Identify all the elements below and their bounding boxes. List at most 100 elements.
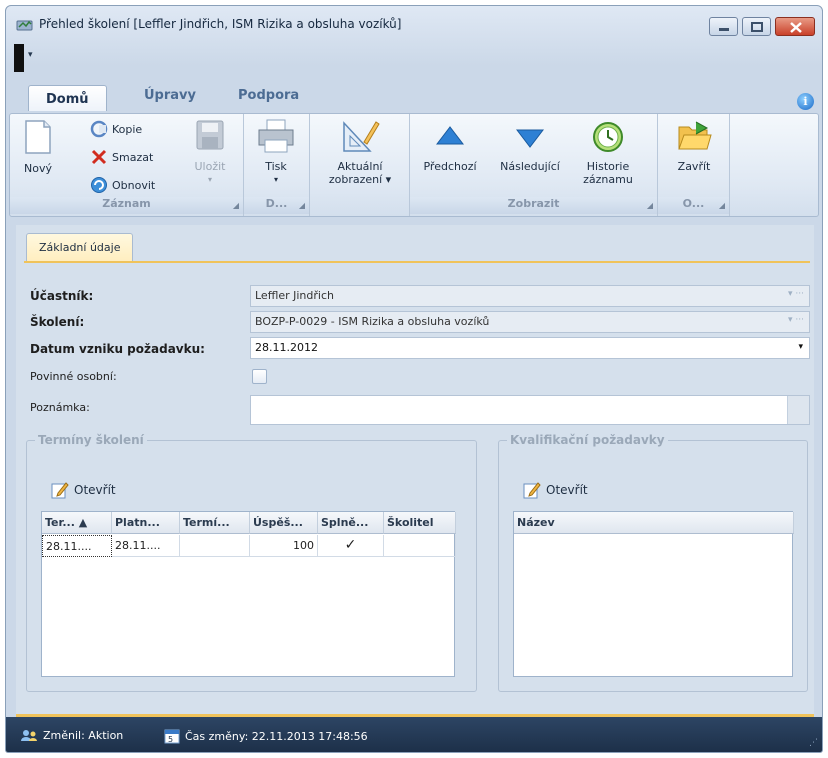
table-row-cell-uspesnost[interactable]: 100 — [250, 535, 318, 557]
status-changed-at: 5 Čas změny: 22.11.2013 17:48:56 — [164, 728, 368, 744]
col-platnost[interactable]: Platn... — [112, 512, 180, 534]
qualification-open-label: Otevřít — [546, 483, 588, 497]
training-dates-grid[interactable]: Ter... ▲ Platn... Termí... Úspěš... Spln… — [41, 511, 456, 677]
current-view-label-1: Aktuální — [337, 160, 383, 173]
refresh-button[interactable]: Obnovit — [90, 176, 155, 194]
col-splneno[interactable]: Splně... — [318, 512, 384, 534]
request-date-label: Datum vzniku požadavku: — [30, 342, 205, 356]
tab-zakladni-udaje[interactable]: Základní údaje — [26, 233, 134, 261]
previous-button[interactable]: Předchozí — [418, 118, 482, 173]
current-view-button[interactable]: Aktuální zobrazení ▾ — [316, 118, 404, 186]
close-button[interactable] — [775, 17, 815, 36]
save-button-label: Uložit — [194, 160, 226, 173]
col-uspesnost[interactable]: Úspěš... — [250, 512, 318, 534]
group-caption-print-text: D... — [265, 197, 288, 210]
refresh-button-label: Obnovit — [112, 178, 156, 192]
maximize-button[interactable] — [742, 17, 771, 36]
tab-upravy[interactable]: Úpravy — [144, 88, 196, 103]
current-view-icon — [343, 121, 380, 152]
copy-button[interactable]: Kopie — [90, 120, 142, 138]
minimize-button[interactable] — [709, 17, 738, 36]
group-launcher-close[interactable]: ◢ — [719, 201, 725, 210]
new-button-label: Nový — [24, 162, 52, 175]
mandatory-personal-label: Povinné osobní: — [30, 370, 117, 383]
qualification-legend: Kvalifikační požadavky — [507, 433, 668, 447]
ribbon-tabs: Domů Úpravy Podpora i — [6, 76, 822, 116]
new-button[interactable]: Nový — [16, 118, 60, 175]
history-button[interactable]: Historie záznamu — [576, 118, 640, 186]
col-termin[interactable]: Ter... ▲ — [42, 512, 112, 534]
delete-button-label: Smazat — [112, 150, 154, 164]
status-changed-by-text: Změnil: Aktion — [43, 728, 124, 742]
new-document-icon — [25, 120, 51, 154]
table-row-cell-platnost[interactable]: 28.11.... — [112, 535, 180, 557]
group-print: Tisk ▾ D... ◢ — [244, 114, 310, 216]
svg-text:5: 5 — [168, 735, 173, 744]
next-button[interactable]: Následující — [494, 118, 566, 173]
edit-icon — [523, 482, 541, 499]
application-window: Přehled školení [Leffler Jindřich, ISM R… — [5, 5, 823, 753]
group-caption-zaznam: Záznam ◢ — [10, 197, 243, 214]
qualification-open-button[interactable]: Otevřít — [523, 481, 588, 499]
close-form-button[interactable]: Zavřít — [668, 118, 720, 173]
col-nazev[interactable]: Název — [514, 512, 794, 534]
participant-value: Leffler Jindřich — [255, 289, 334, 302]
next-button-label: Následující — [500, 160, 560, 173]
training-lookup-button[interactable]: ▾ ··· — [788, 315, 804, 325]
tab-podpora[interactable]: Podpora — [238, 88, 299, 103]
history-button-label-1: Historie — [586, 160, 630, 173]
table-row-cell-splneno[interactable]: ✓ — [318, 535, 384, 557]
resize-grip[interactable]: ⋰ — [809, 738, 818, 748]
group-caption-zaznam-text: Záznam — [102, 197, 151, 210]
group-caption-zobrazit: Zobrazit ◢ — [410, 197, 657, 214]
group-close: Zavřít O... ◢ — [658, 114, 730, 216]
minimize-icon — [719, 28, 729, 31]
note-scrollbar[interactable] — [787, 396, 809, 424]
edit-icon — [51, 482, 69, 499]
window-title: Přehled školení [Leffler Jindřich, ISM R… — [39, 17, 402, 31]
qualification-grid[interactable]: Název — [513, 511, 794, 677]
maximize-icon — [751, 22, 763, 32]
quick-access-bar — [14, 44, 24, 72]
group-launcher-zobrazit[interactable]: ◢ — [647, 201, 653, 210]
delete-icon — [91, 149, 107, 165]
help-icon[interactable]: i — [797, 93, 814, 110]
close-form-button-label: Zavřít — [677, 160, 711, 173]
status-changed-at-text: Čas změny: 22.11.2013 17:48:56 — [185, 729, 368, 743]
history-button-label-2: záznamu — [583, 173, 633, 186]
quick-access-dropdown[interactable]: ▾ — [28, 50, 33, 60]
copy-icon — [90, 120, 108, 138]
printer-icon — [258, 119, 294, 153]
participant-field[interactable]: Leffler Jindřich ▾ ··· — [250, 285, 810, 307]
table-row-cell-termin-2[interactable] — [180, 535, 250, 557]
previous-button-label: Předchozí — [423, 160, 477, 173]
note-field[interactable] — [250, 395, 810, 425]
group-launcher-print[interactable]: ◢ — [299, 201, 305, 210]
table-row-cell-termin[interactable]: 28.11.... — [42, 535, 112, 557]
group-caption-close-text: O... — [682, 197, 705, 210]
refresh-icon — [91, 177, 107, 193]
print-dropdown-arrow: ▾ — [273, 175, 278, 184]
ribbon: Nový Kopie Smazat Obnovit Uložit ▾ Zázna… — [9, 113, 819, 217]
table-row-cell-skolitel[interactable] — [384, 535, 456, 557]
request-date-dropdown[interactable]: ▾ — [798, 342, 803, 352]
status-bar: Změnil: Aktion 5 Čas změny: 22.11.2013 1… — [6, 717, 822, 752]
participant-lookup-button[interactable]: ▾ ··· — [788, 289, 804, 299]
col-skolitel[interactable]: Školitel — [384, 512, 456, 534]
print-button[interactable]: Tisk ▾ — [252, 118, 300, 186]
current-view-label-2: zobrazení ▾ — [328, 173, 392, 186]
training-dates-open-button[interactable]: Otevřít — [51, 481, 116, 499]
training-label: Školení: — [30, 315, 85, 329]
arrow-up-icon — [435, 126, 465, 145]
group-zaznam: Nový Kopie Smazat Obnovit Uložit ▾ Zázna… — [10, 114, 244, 216]
app-icon — [16, 20, 33, 31]
group-current-view: Aktuální zobrazení ▾ — [310, 114, 410, 216]
group-launcher-zaznam[interactable]: ◢ — [233, 201, 239, 210]
training-field[interactable]: BOZP-P-0029 - ISM Rizika a obsluha vozík… — [250, 311, 810, 333]
delete-button[interactable]: Smazat — [90, 148, 153, 166]
request-date-field[interactable]: 28.11.2012 ▾ — [250, 337, 810, 359]
tab-domu[interactable]: Domů — [28, 85, 107, 111]
group-caption-zobrazit-text: Zobrazit — [507, 197, 560, 210]
col-termin-2[interactable]: Termí... — [180, 512, 250, 534]
mandatory-personal-checkbox[interactable] — [252, 369, 267, 384]
